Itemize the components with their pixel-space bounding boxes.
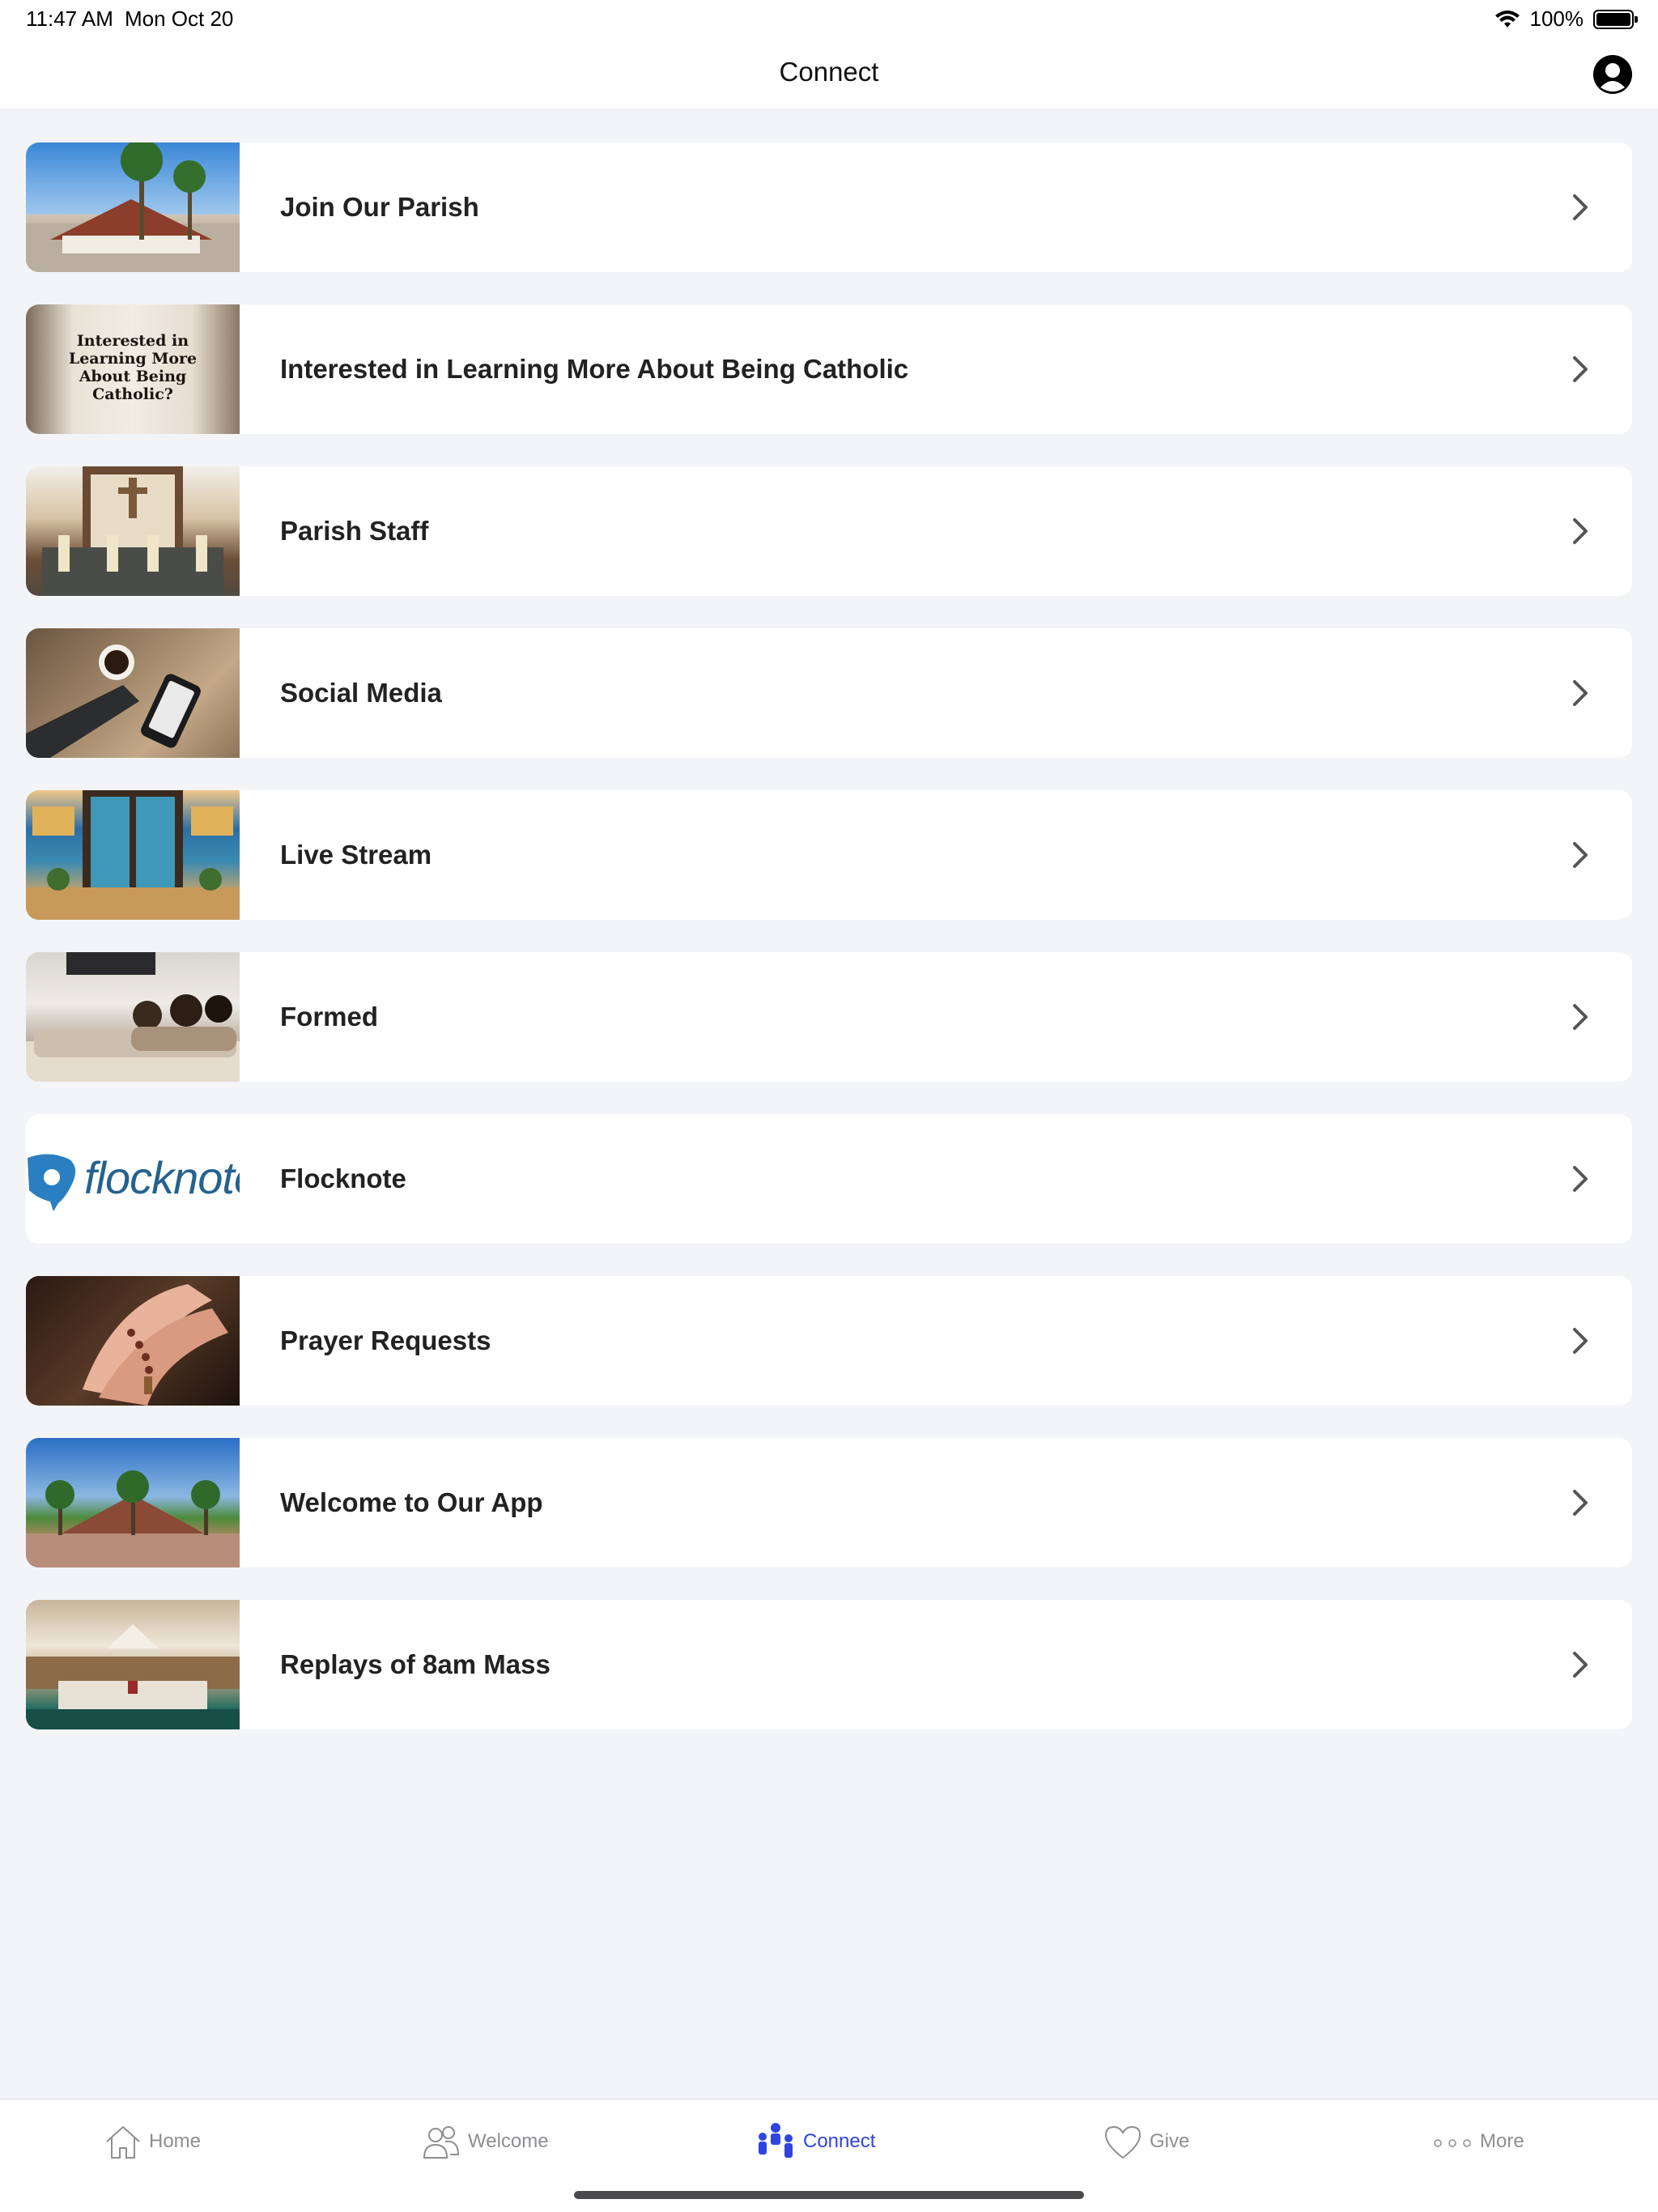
list-item-label: Replays of 8am Mass xyxy=(280,1649,551,1679)
wifi-icon xyxy=(1494,10,1520,28)
list-item-label: Parish Staff xyxy=(280,516,429,546)
chevron-right-icon xyxy=(1556,1489,1605,1516)
chevron-right-icon xyxy=(1556,517,1605,545)
connect-list: Join Our Parish Interested in Learning M… xyxy=(26,143,1632,1762)
list-item-parish-staff[interactable]: Parish Staff xyxy=(26,466,1632,596)
sanctuary-thumbnail xyxy=(26,1600,240,1729)
home-icon xyxy=(106,2126,140,2159)
chevron-right-icon xyxy=(1556,841,1605,869)
list-item-label: Live Stream xyxy=(280,840,432,870)
sheep-icon xyxy=(28,1154,76,1211)
chevron-right-icon xyxy=(1556,679,1605,707)
connect-icon xyxy=(759,2123,793,2158)
list-item-welcome-to-our-app[interactable]: Welcome to Our App xyxy=(26,1438,1632,1568)
tab-label: More xyxy=(1480,2130,1524,2152)
user-icon xyxy=(1593,55,1632,94)
prayer-thumbnail xyxy=(26,1276,240,1406)
list-item-label: Flocknote xyxy=(280,1163,406,1193)
navigation-bar: Connect xyxy=(0,39,1658,110)
list-item-social-media[interactable]: Social Media xyxy=(26,628,1632,758)
chevron-right-icon xyxy=(1556,194,1605,221)
chevron-right-icon xyxy=(1556,1327,1605,1355)
page-title: Connect xyxy=(779,57,879,87)
status-time: 11:47 AM xyxy=(26,6,113,31)
battery-percent: 100% xyxy=(1529,6,1584,31)
list-item-prayer-requests[interactable]: Prayer Requests xyxy=(26,1276,1632,1406)
list-item-label: Interested in Learning More About Being … xyxy=(280,354,909,384)
thumbnail-caption: Interested in Learning More About Being … xyxy=(68,332,198,403)
more-dots-icon xyxy=(1434,2139,1471,2147)
live-stream-thumbnail xyxy=(26,790,240,920)
chevron-right-icon xyxy=(1556,355,1605,383)
list-item-learning-catholic[interactable]: Interested in Learning More About Being … xyxy=(26,304,1632,434)
tab-label: Welcome xyxy=(468,2130,549,2152)
list-item-join-our-parish[interactable]: Join Our Parish xyxy=(26,143,1632,272)
battery-icon xyxy=(1593,9,1638,29)
chevron-right-icon xyxy=(1556,1165,1605,1193)
list-item-label: Welcome to Our App xyxy=(280,1487,543,1517)
phone-thumbnail xyxy=(26,628,240,758)
people-icon xyxy=(423,2126,460,2159)
profile-button[interactable] xyxy=(1593,55,1632,94)
status-right: 100% xyxy=(1494,6,1638,32)
church-thumbnail xyxy=(26,143,240,272)
heart-icon xyxy=(1104,2125,1141,2159)
flocknote-logo: flocknote xyxy=(26,1114,240,1244)
status-date: Mon Oct 20 xyxy=(125,6,234,31)
list-item-label: Join Our Parish xyxy=(280,192,479,222)
tab-connect[interactable]: Connect xyxy=(755,2119,875,2164)
list-item-replays-8am-mass[interactable]: Replays of 8am Mass xyxy=(26,1600,1632,1729)
tab-more[interactable]: More xyxy=(1433,2119,1524,2164)
list-item-label: Social Media xyxy=(280,678,442,708)
chevron-right-icon xyxy=(1556,1003,1605,1031)
tab-label: Home xyxy=(149,2130,202,2152)
family-thumbnail xyxy=(26,952,240,1082)
tab-give[interactable]: Give xyxy=(1103,2119,1189,2164)
status-bar: 11:47 AM Mon Oct 20 100% xyxy=(0,0,1658,39)
list-item-label: Formed xyxy=(280,1002,379,1032)
chevron-right-icon xyxy=(1556,1651,1605,1678)
tab-welcome[interactable]: Welcome xyxy=(421,2119,549,2164)
welcome-thumbnail xyxy=(26,1438,240,1568)
catholic-thumbnail: Interested in Learning More About Being … xyxy=(26,304,240,434)
list-item-formed[interactable]: Formed xyxy=(26,952,1632,1082)
tab-label: Connect xyxy=(803,2130,876,2152)
tab-label: Give xyxy=(1150,2130,1190,2152)
tab-home[interactable]: Home xyxy=(104,2119,201,2164)
list-item-label: Prayer Requests xyxy=(280,1325,491,1355)
flocknote-wordmark: flocknote xyxy=(84,1152,240,1203)
list-item-flocknote[interactable]: flocknote Flocknote xyxy=(26,1114,1632,1244)
home-indicator xyxy=(574,2191,1084,2199)
altar-thumbnail xyxy=(26,466,240,596)
list-item-live-stream[interactable]: Live Stream xyxy=(26,790,1632,920)
